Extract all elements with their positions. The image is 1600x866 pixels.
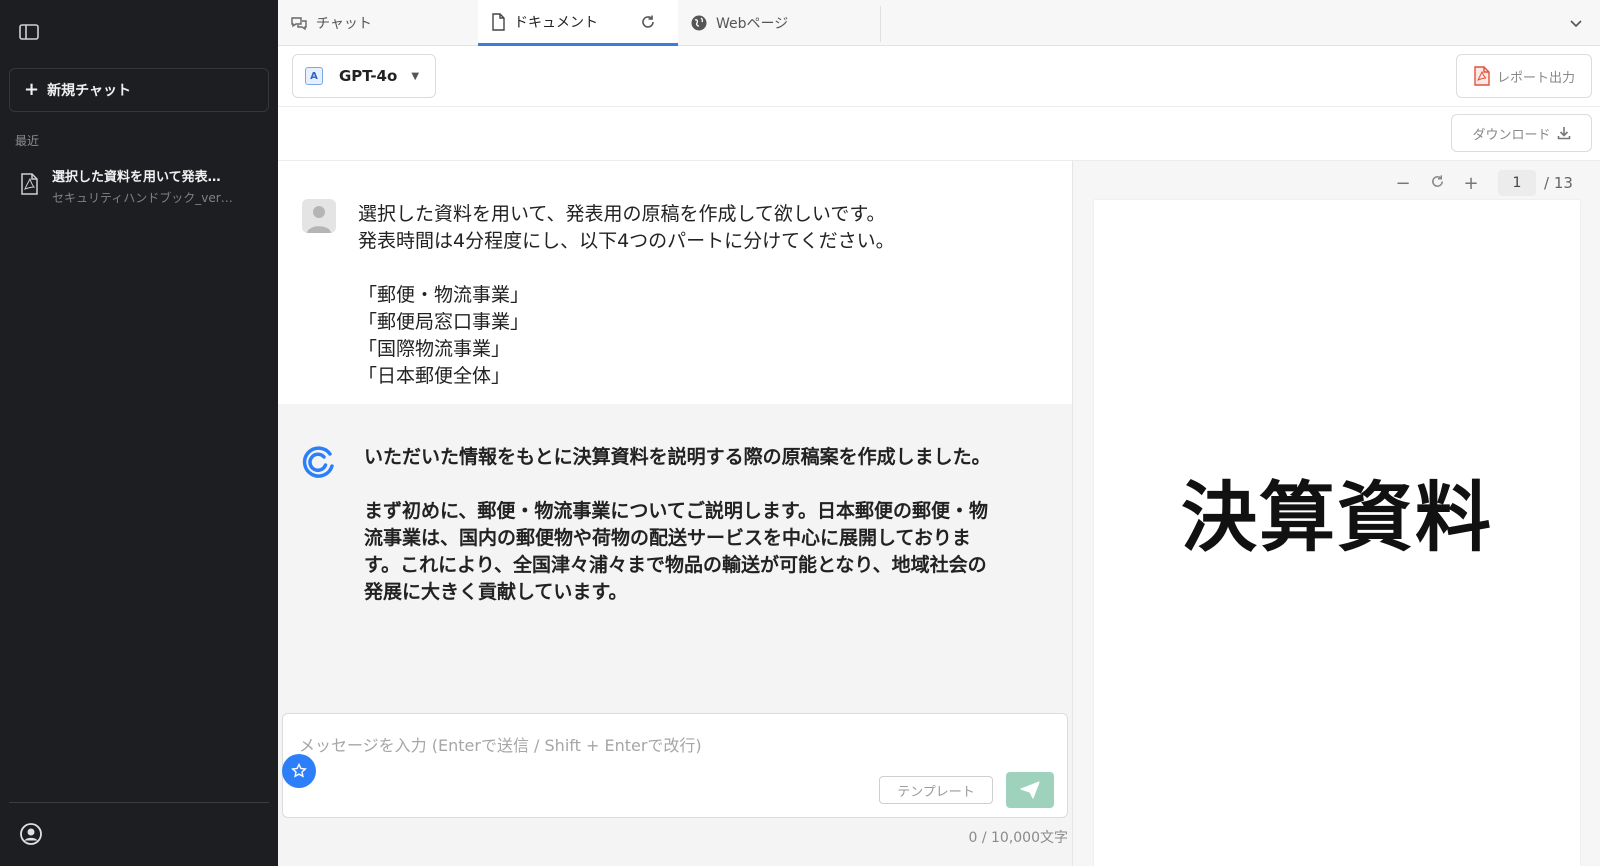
tab-document[interactable]: ドキュメント (478, 0, 678, 46)
zoom-out-icon[interactable]: − (1386, 173, 1420, 194)
pdf-document-icon (18, 172, 40, 196)
char-count: 0 / 10,000文字 (968, 830, 1068, 846)
tab-webpage-label: Webページ (716, 16, 789, 32)
page-number-input[interactable]: 1 (1498, 170, 1536, 196)
tab-bar: チャット ドキュメント Webページ (278, 0, 1600, 46)
report-export-button[interactable]: レポート出力 (1456, 54, 1592, 98)
assistant-paragraph: いただいた情報をもとに決算資料を説明する際の原稿案を作成しました。 (364, 446, 991, 468)
plus-icon: + (24, 79, 40, 100)
document-page: 決算資料 (1094, 200, 1580, 866)
history-item-title: 選択した資料を用いて発表… (52, 170, 221, 185)
globe-icon (691, 15, 707, 31)
tab-chat-label: チャット (316, 16, 372, 32)
download-label: ダウンロード (1472, 127, 1551, 143)
user-message: 選択した資料を用いて、発表用の原稿を作成して欲しいです。 発表時間は4分程度にし… (278, 161, 1072, 404)
document-page-title: 決算資料 (1181, 473, 1493, 562)
prompt-assist-icon[interactable] (282, 754, 316, 788)
user-message-text: 選択した資料を用いて、発表用の原稿を作成して欲しいです。 発表時間は4分程度にし… (358, 203, 895, 387)
toolbar-divider (278, 106, 1600, 107)
refresh-icon[interactable] (640, 14, 664, 34)
user-account-icon[interactable] (19, 822, 43, 846)
tab-webpage[interactable]: Webページ (690, 0, 878, 46)
tab-chat[interactable]: チャット (290, 0, 475, 46)
zoom-in-icon[interactable]: + (1454, 173, 1488, 194)
document-icon (492, 12, 505, 31)
message-input-placeholder: メッセージを入力 (Enterで送信 / Shift + Enterで改行) (299, 736, 702, 755)
chat-icon (291, 17, 307, 31)
sidebar: + 新規チャット 最近 選択した資料を用いて発表… セキュリティハンドブック_v… (0, 0, 278, 866)
send-icon (1020, 781, 1040, 799)
tab-divider (880, 6, 881, 42)
model-name: GPT-4o (339, 67, 398, 85)
caret-down-icon: ▼ (411, 70, 420, 82)
history-item-subtitle: セキュリティハンドブック_ver… (52, 191, 233, 205)
viewer-controls: − + 1 / 13 (1386, 168, 1573, 198)
sidebar-divider (9, 802, 269, 803)
pdf-icon (1474, 66, 1490, 86)
tab-document-label: ドキュメント (514, 14, 598, 31)
new-chat-button[interactable]: + 新規チャット (9, 68, 269, 112)
user-avatar (302, 199, 336, 233)
send-button[interactable] (1006, 772, 1054, 808)
download-icon (1557, 127, 1570, 140)
assistant-logo-icon (300, 444, 336, 480)
model-selector[interactable]: A GPT-4o ▼ (292, 54, 436, 98)
recent-section-label: 最近 (15, 134, 40, 148)
template-button[interactable]: テンプレート (879, 776, 993, 804)
report-export-label: レポート出力 (1496, 70, 1575, 86)
sidebar-toggle-icon[interactable] (18, 22, 40, 42)
assistant-paragraph: まず初めに、郵便・物流事業についてご説明します。日本郵便の郵便・物流事業は、国内… (364, 500, 988, 603)
new-chat-label: 新規チャット (47, 83, 131, 99)
download-button[interactable]: ダウンロード (1451, 114, 1592, 152)
model-logo-icon: A (305, 67, 323, 85)
page-total: / 13 (1544, 174, 1573, 192)
chevron-down-icon[interactable] (1568, 15, 1584, 35)
assistant-message-text: いただいた情報をもとに決算資料を説明する際の原稿案を作成しました。 まず初めに、… (364, 444, 1004, 633)
history-item[interactable]: 選択した資料を用いて発表… セキュリティハンドブック_ver… (12, 166, 270, 210)
rotate-icon[interactable] (1420, 173, 1454, 194)
